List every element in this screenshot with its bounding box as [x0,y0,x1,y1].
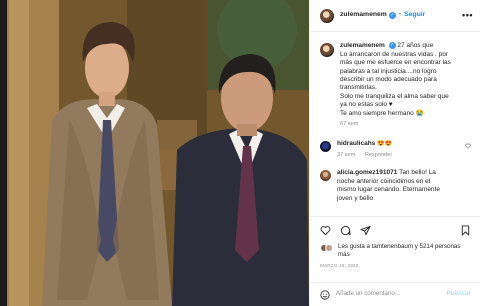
caption-text: zulemamenem ✓ 27 años que Lo arrancaron … [340,42,471,128]
comment-age: 37 sem [337,152,356,159]
author-avatar[interactable] [320,8,334,23]
author-username[interactable]: zulemamenem [340,11,387,20]
commenter-avatar[interactable] [320,170,331,182]
comment-line: joven y bello [337,194,374,202]
bookmark-icon[interactable] [460,225,471,236]
caption-line: 27 años que [397,42,434,50]
likes-summary[interactable]: Les gusta a tamtenenbaum y 5214 personas… [310,236,480,259]
post-actions: Les gusta a tamtenenbaum y 5214 personas… [310,216,480,306]
caption-username[interactable]: zulemamenem [340,42,385,49]
caption-age: 67 sem [340,121,359,128]
likers-avatars [320,243,334,253]
comment-text: alicia.gomez191071 Tan bello! La noche a… [337,169,471,203]
caption-line: Lo arrancaron de nuestras vidas . por [340,50,449,58]
post-photo[interactable] [7,0,309,306]
follow-button[interactable]: Seguir [404,11,425,20]
verified-badge-icon: ✓ [388,42,396,49]
heart-icon[interactable] [320,225,331,236]
comments-list[interactable]: zulemamenem ✓ 27 años que Lo arrancaron … [310,32,480,216]
post-header: zulemamenem ✓ • Seguir ••• [310,0,480,32]
caption-meta: 67 sem [340,121,471,128]
post-modal: zulemamenem ✓ • Seguir ••• zulemamenem ✓… [0,0,480,306]
caption-line: ya no estas solo ♥ [340,101,393,109]
comment-input[interactable]: Añade un comentario... [336,290,400,298]
caption-line: transmitirlas. [340,84,377,92]
comment-username[interactable]: hidraulicahs [337,140,375,147]
comment-line: Tan bello! La [399,169,436,177]
publish-button[interactable]: Publicar [447,290,471,298]
header-separator: • [398,11,402,19]
caption-line: palabras a tal injusticia....no logro [340,67,437,75]
action-icons [310,217,480,236]
share-icon[interactable] [360,225,371,236]
verified-badge-icon: ✓ [388,12,396,19]
caption: zulemamenem ✓ 27 años que Lo arrancaron … [320,42,471,128]
comment-body: 😍😍 [377,141,393,148]
caption-line: Solo me tranquiliza el alma saber que [340,92,449,100]
post-sidebar: zulemamenem ✓ • Seguir ••• zulemamenem ✓… [309,0,480,306]
likes-text: Les gusta a tamtenenbaum y 5214 personas… [338,243,461,259]
reply-button[interactable]: Responder [365,152,392,158]
comment-line: mismo lugar cenando. Eternamente [337,186,440,194]
comment-item: alicia.gomez191071 Tan bello! La noche a… [320,169,471,203]
smiley-icon[interactable] [320,289,330,300]
post-date: MARZO 15, 2022 [320,263,359,269]
caption-line: Te amo siempre hermano 😭 [340,109,424,117]
comment-meta: 37 sem Responder [337,152,461,159]
comment-icon[interactable] [340,225,351,236]
commenter-avatar[interactable] [320,141,331,153]
caption-line: describir un modo adecuado para [340,75,437,83]
add-comment-bar: Añade un comentario... Publicar [310,282,480,306]
comment-text: hidraulicahs 😍😍 37 sem Responder [337,140,461,159]
caption-line: más que me esfuerce en encontrar las [340,59,451,67]
more-options-icon[interactable]: ••• [462,10,473,22]
comment-like-icon[interactable] [465,143,471,150]
photo-illustration [7,0,309,306]
comment-username[interactable]: alicia.gomez191071 [337,169,397,176]
comment-line: noche anterior coincidimos en el [337,177,431,185]
comment-item: hidraulicahs 😍😍 37 sem Responder [320,140,471,159]
caption-avatar[interactable] [320,43,334,57]
